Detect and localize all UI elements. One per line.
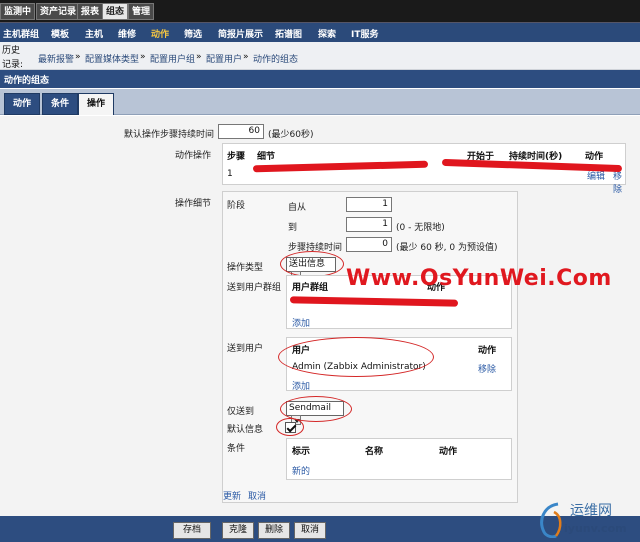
- nav-hosts[interactable]: 主机: [85, 27, 103, 40]
- stage-label: 阶段: [227, 201, 246, 211]
- logo-subtext: iyunv.com: [564, 522, 627, 535]
- add-group-link[interactable]: 添加: [292, 316, 310, 329]
- ops-header-action: 动作: [585, 152, 604, 162]
- nav-maps[interactable]: 拓谱图: [275, 27, 302, 40]
- op-type-label: 操作类型: [227, 263, 264, 273]
- ops-header-step: 步骤: [227, 152, 246, 162]
- groups-header-group: 用户群组: [292, 283, 329, 293]
- top-tab-monitoring[interactable]: 监测中: [0, 3, 36, 20]
- breadcrumb-item[interactable]: 配置用户组: [150, 52, 195, 65]
- top-menu-bar: 监测中 资产记录 报表 组态 管理: [0, 0, 640, 22]
- conditions-label: 条件: [227, 444, 246, 454]
- top-tab-inventory[interactable]: 资产记录: [36, 3, 81, 20]
- ops-header-details: 细节: [257, 152, 276, 162]
- top-tab-administration[interactable]: 管理: [128, 3, 155, 20]
- update-link[interactable]: 更新: [223, 489, 241, 502]
- tabs-bar: 动作 条件 操作: [0, 89, 640, 115]
- ops-header-duration: 持续时间(秒): [509, 152, 563, 162]
- annotation-oval: [278, 337, 434, 377]
- send-users-label: 送到用户: [227, 344, 264, 354]
- add-user-link[interactable]: 添加: [292, 379, 310, 392]
- nav-it-services[interactable]: IT服务: [351, 27, 379, 40]
- section-title: 动作的组态: [0, 70, 640, 88]
- breadcrumb-sep: »: [140, 52, 146, 62]
- delete-button[interactable]: 删除: [258, 522, 290, 539]
- cancel-link[interactable]: 取消: [248, 489, 266, 502]
- from-label: 自从: [288, 203, 307, 213]
- nav-filters[interactable]: 筛选: [184, 27, 202, 40]
- nav-discovery[interactable]: 探索: [318, 27, 336, 40]
- default-step-label: 默认操作步骤持续时间: [124, 130, 215, 140]
- tab-action[interactable]: 动作: [4, 93, 41, 115]
- users-header-action: 动作: [478, 346, 497, 356]
- cond-header-name: 名称: [365, 447, 384, 457]
- action-ops-label: 动作操作: [175, 151, 212, 161]
- breadcrumb-sep: »: [196, 52, 202, 62]
- cancel-button[interactable]: 取消: [294, 522, 326, 539]
- to-label: 到: [288, 223, 298, 233]
- top-tab-reports[interactable]: 报表: [77, 3, 104, 20]
- conditions-panel: 标示 名称 动作 新的: [286, 438, 512, 480]
- op-details-label: 操作细节: [175, 199, 212, 209]
- tab-conditions[interactable]: 条件: [42, 93, 79, 115]
- to-hint: (0 - 无限地): [396, 223, 445, 233]
- ops-row-step: 1: [227, 169, 233, 179]
- step-duration-hint: (最少 60 秒, 0 为预设值): [396, 243, 498, 253]
- breadcrumb-item[interactable]: 动作的组态: [253, 52, 298, 65]
- nav-actions[interactable]: 动作: [151, 27, 169, 40]
- site-logo: 运维网 iyunv.com: [534, 494, 638, 540]
- send-groups-label: 送到用户群组: [227, 283, 282, 293]
- from-input[interactable]: 1: [346, 197, 392, 212]
- new-condition-link[interactable]: 新的: [292, 464, 310, 477]
- tab-operations[interactable]: 操作: [78, 93, 115, 115]
- nav-templates[interactable]: 模板: [51, 27, 69, 40]
- annotation-oval: [276, 418, 304, 436]
- breadcrumb-item[interactable]: 配置用户: [206, 52, 242, 65]
- breadcrumb: 历史记录: 最新报警 » 配置媒体类型 » 配置用户组 » 配置用户 » 动作的…: [0, 42, 640, 70]
- annotation-oval: [280, 251, 344, 277]
- top-tab-configuration[interactable]: 组态: [102, 3, 129, 20]
- logo-text: 运维网: [570, 503, 612, 519]
- logo-swirl-icon: [540, 502, 562, 538]
- nav-maintenance[interactable]: 维修: [118, 27, 136, 40]
- breadcrumb-sep: »: [243, 52, 249, 62]
- nav-host-groups[interactable]: 主机群组: [3, 27, 39, 40]
- breadcrumb-sep: »: [75, 52, 81, 62]
- default-step-input[interactable]: 60: [218, 124, 264, 139]
- clone-button[interactable]: 克隆: [222, 522, 254, 539]
- save-button[interactable]: 存档: [173, 522, 211, 539]
- breadcrumb-item[interactable]: 配置媒体类型: [85, 52, 139, 65]
- ops-row-remove-link[interactable]: 移除: [613, 169, 625, 195]
- step-duration-input[interactable]: 0: [346, 237, 392, 252]
- history-label: 历史记录:: [2, 46, 24, 70]
- cond-header-label: 标示: [292, 447, 311, 457]
- breadcrumb-item[interactable]: 最新报警: [38, 52, 74, 65]
- default-msg-label: 默认信息: [227, 425, 264, 435]
- sub-menu-bar: 主机群组 模板 主机 维修 动作 筛选 简报片展示 拓谱图 探索 IT服务: [0, 22, 640, 42]
- to-input[interactable]: 1: [346, 217, 392, 232]
- default-step-hint: (最少60秒): [268, 130, 314, 140]
- cond-header-action: 动作: [439, 447, 458, 457]
- nav-slides[interactable]: 简报片展示: [218, 27, 263, 40]
- watermark: Www.OsYunWei.Com: [346, 266, 612, 291]
- remove-user-link[interactable]: 移除: [478, 362, 496, 375]
- send-only-label: 仅送到: [227, 407, 255, 417]
